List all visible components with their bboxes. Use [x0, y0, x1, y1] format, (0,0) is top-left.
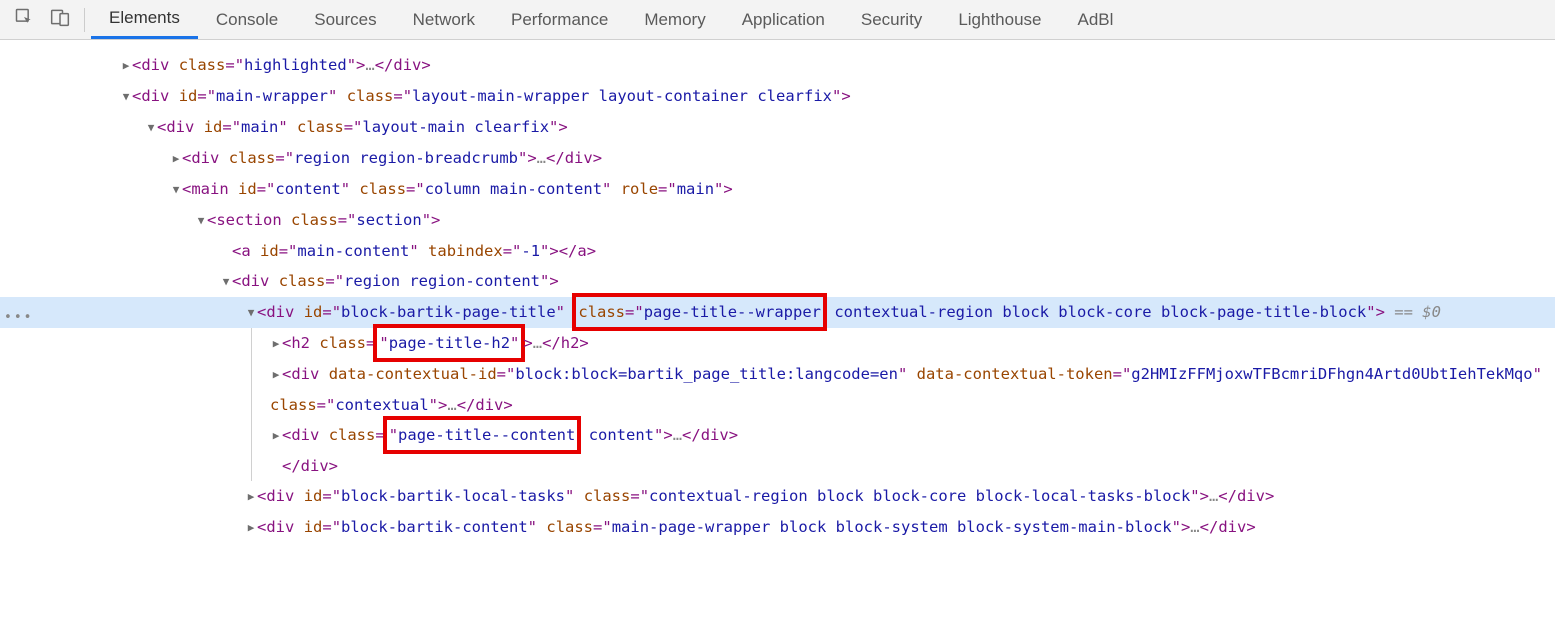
tab-adblock[interactable]: AdBl [1060, 0, 1132, 39]
toggle-device-icon[interactable] [50, 7, 70, 32]
dom-node[interactable]: <div id="block-bartik-local-tasks" class… [0, 481, 1555, 512]
tab-security[interactable]: Security [843, 0, 940, 39]
tab-performance[interactable]: Performance [493, 0, 626, 39]
expand-toggle-icon[interactable] [170, 144, 182, 174]
highlight-box: "page-title-h2" [373, 324, 525, 362]
expand-toggle-icon[interactable] [120, 51, 132, 81]
highlight-box: class="page-title--wrapper [572, 293, 827, 331]
dom-node[interactable]: <div id="main" class="layout-main clearf… [0, 112, 1555, 143]
elements-panel: <div class="highlighted">…</div> <div id… [0, 40, 1555, 543]
dom-node[interactable]: <div data-contextual-id="block:block=bar… [0, 359, 1555, 420]
expand-toggle-icon[interactable] [195, 206, 207, 236]
dom-node[interactable]: <section class="section"> [0, 205, 1555, 236]
devtools-toolbar: Elements Console Sources Network Perform… [0, 0, 1555, 40]
tab-application[interactable]: Application [724, 0, 843, 39]
tab-console[interactable]: Console [198, 0, 296, 39]
expand-toggle-icon[interactable] [245, 298, 257, 328]
expand-toggle-icon[interactable] [270, 421, 282, 451]
expand-toggle-icon[interactable] [245, 482, 257, 512]
dom-node-close[interactable]: </div> [0, 451, 1555, 481]
dom-node[interactable]: <div class="highlighted">…</div> [0, 50, 1555, 81]
expand-toggle-icon[interactable] [120, 82, 132, 112]
highlight-box: "page-title--content [383, 416, 582, 454]
dom-node[interactable]: <div class="page-title--content content"… [0, 420, 1555, 451]
tab-network[interactable]: Network [395, 0, 493, 39]
inspect-element-icon[interactable] [14, 7, 34, 32]
dom-node[interactable]: <h2 class="page-title-h2">…</h2> [0, 328, 1555, 359]
tab-lighthouse[interactable]: Lighthouse [940, 0, 1059, 39]
dom-node[interactable]: <div id="main-wrapper" class="layout-mai… [0, 81, 1555, 112]
dom-node[interactable]: <div class="region region-breadcrumb">…<… [0, 143, 1555, 174]
expand-toggle-icon[interactable] [270, 360, 282, 390]
expand-toggle-icon[interactable] [220, 267, 232, 297]
expand-toggle-icon[interactable] [170, 175, 182, 205]
tab-elements[interactable]: Elements [91, 0, 198, 39]
dom-node[interactable]: <div id="block-bartik-content" class="ma… [0, 512, 1555, 543]
dom-node[interactable]: <main id="content" class="column main-co… [0, 174, 1555, 205]
expand-toggle-icon[interactable] [270, 329, 282, 359]
toolbar-icons [0, 7, 84, 32]
dom-node-selected[interactable]: ••• <div id="block-bartik-page-title" cl… [0, 297, 1555, 328]
toolbar-separator [84, 8, 85, 32]
expand-toggle-icon[interactable] [245, 513, 257, 543]
expand-toggle-icon[interactable] [145, 113, 157, 143]
dom-node[interactable]: <a id="main-content" tabindex="-1"></a> [0, 236, 1555, 266]
tab-sources[interactable]: Sources [296, 0, 394, 39]
tab-memory[interactable]: Memory [626, 0, 723, 39]
